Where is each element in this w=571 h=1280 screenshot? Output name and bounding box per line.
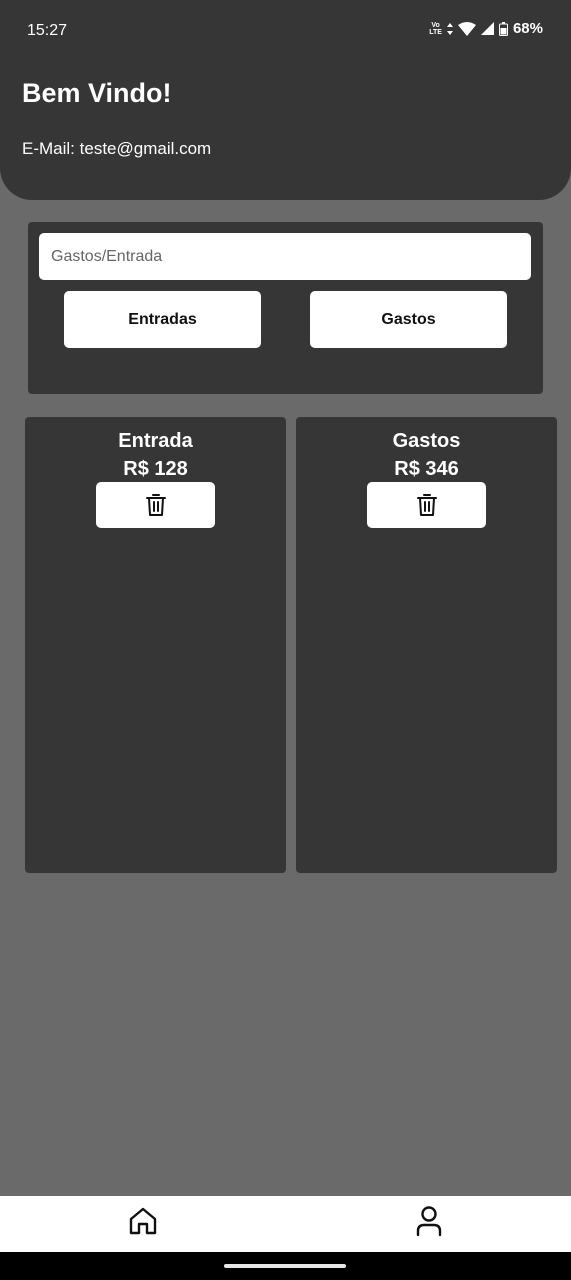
entrada-title: Entrada [118,430,193,452]
status-bar: 15:27 Vo LTE 68% [0,0,571,62]
profile-icon[interactable] [414,1205,444,1237]
add-entrada-button[interactable]: Entradas [64,291,261,348]
trash-icon [416,494,437,516]
welcome-title: Bem Vindo! [22,78,172,108]
gesture-bar [0,1252,571,1280]
email-label: E-Mail: [22,139,75,158]
battery-icon [498,21,508,36]
signal-icon [480,22,494,35]
battery-percent: 68% [512,20,543,37]
gastos-title: Gastos [392,430,461,452]
home-icon[interactable] [128,1206,158,1236]
trash-icon [145,494,166,516]
status-time: 15:27 [27,22,68,39]
data-arrows-icon [446,22,453,35]
header: 15:27 Vo LTE 68% Bem Vindo! E-Mail: test… [0,0,571,200]
entrada-card: Entrada R$ 128 [25,417,286,873]
clear-entrada-button[interactable] [96,482,215,528]
wifi-icon [457,21,476,36]
amount-input[interactable] [39,233,531,280]
gastos-card: Gastos R$ 346 [296,417,557,873]
home-gesture-handle[interactable] [224,1264,346,1268]
add-gasto-button[interactable]: Gastos [310,291,507,348]
email-row: E-Mail: teste@gmail.com [22,139,211,159]
bottom-nav [0,1196,571,1252]
gastos-total: R$ 346 [394,458,459,480]
status-icons: Vo LTE 68% [429,20,543,37]
transaction-form: Entradas Gastos [28,222,543,394]
volte-icon: Vo LTE [429,21,442,36]
email-value: teste@gmail.com [79,139,212,158]
clear-gastos-button[interactable] [367,482,486,528]
entrada-total: R$ 128 [123,458,188,480]
